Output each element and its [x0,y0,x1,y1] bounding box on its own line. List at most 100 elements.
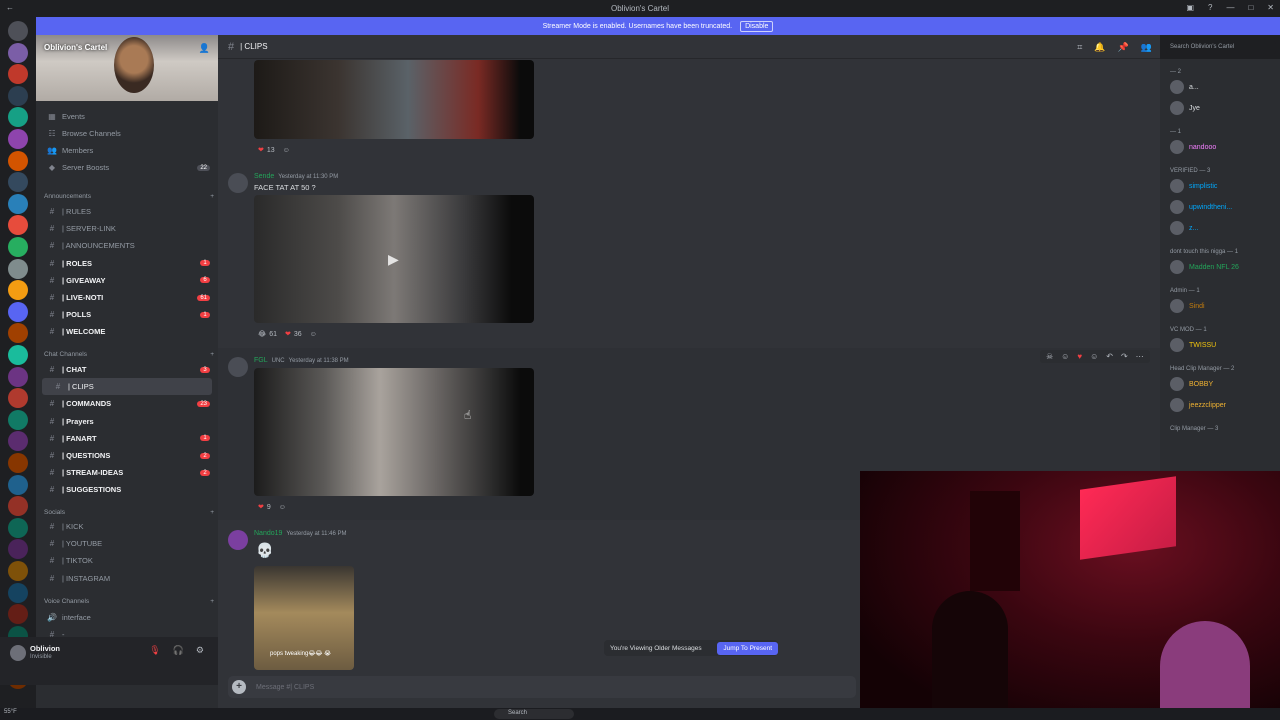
server-icon[interactable] [8,345,28,365]
message-author[interactable]: FGL [254,357,268,364]
reaction-chip[interactable]: ❤ 9 [258,503,271,512]
sidebar-nav-item[interactable]: ▦ Events [36,108,218,125]
channel-item[interactable]: # | WELCOME [36,323,218,340]
skull-reaction-icon[interactable]: ☠ [1046,352,1053,361]
mute-icon[interactable]: 🎙 [149,645,160,656]
reaction-chip[interactable]: 😂 61 [258,330,277,339]
server-icon[interactable] [8,64,28,85]
create-channel-icon[interactable]: + [210,598,214,605]
server-icon[interactable] [8,42,28,63]
server-icon[interactable] [8,409,28,430]
user-name[interactable]: Oblivion [30,644,60,653]
channel-item[interactable]: # | GIVEAWAY 6 [36,272,218,289]
add-reaction-icon[interactable]: ☺ [1090,352,1098,361]
voice-channel-item[interactable]: 🔊 interface [36,609,218,626]
member-item[interactable]: Jye [1170,101,1200,115]
add-reaction-icon[interactable]: ☺ [279,504,286,511]
channel-item[interactable]: # | Prayers [36,413,218,430]
notification-bell-icon[interactable]: 🔔 [1094,42,1105,53]
server-icon[interactable] [8,172,28,193]
member-item[interactable]: Madden NFL 26 [1170,260,1239,274]
sidebar-nav-item[interactable]: 👥 Members [36,142,218,159]
play-icon[interactable]: ▶ [388,251,399,268]
server-icon[interactable] [8,517,28,538]
add-reaction-icon[interactable]: ☺ [310,331,317,338]
category-voice[interactable]: Voice Channels + [44,598,214,605]
server-icon[interactable] [8,561,28,581]
disable-streamer-mode-button[interactable]: Disable [740,20,774,32]
forward-icon[interactable]: ↷ [1121,352,1128,361]
channel-item[interactable]: # | FANART 1 [36,430,218,447]
member-item[interactable]: z... [1170,221,1198,235]
channel-item[interactable]: # | STREAM-IDEAS 2 [36,464,218,481]
taskbar-search[interactable]: Search [494,709,574,719]
avatar[interactable] [10,645,26,661]
add-reaction-icon[interactable]: ☺ [283,147,290,154]
sidebar-nav-item[interactable]: ◆ Server Boosts 22 [36,159,218,176]
server-icon[interactable] [8,431,28,452]
member-item[interactable]: simplistic [1170,179,1217,193]
server-icon[interactable] [8,237,28,257]
server-icon[interactable] [8,474,28,495]
avatar[interactable] [228,173,248,193]
message-input[interactable]: Message #| CLIPS [256,684,314,691]
invite-icon[interactable]: 👤 [199,43,210,54]
server-icon[interactable] [8,366,28,387]
server-icon[interactable] [8,301,28,322]
video-attachment[interactable]: ▶ [254,195,534,323]
channel-item[interactable]: # | CLIPS [42,378,212,396]
server-icon[interactable] [8,582,28,603]
category-announcements[interactable]: Announcements + [44,193,214,200]
add-attachment-icon[interactable]: + [232,680,246,694]
create-channel-icon[interactable]: + [210,351,214,358]
member-item[interactable]: a... [1170,80,1199,94]
member-item[interactable]: jeezzclipper [1170,398,1226,412]
minimize-icon[interactable]: — [1226,3,1234,12]
heart-reaction-icon[interactable]: ♥ [1077,352,1082,361]
message-author[interactable]: Nando19 [254,530,282,537]
more-icon[interactable]: ⋯ [1136,352,1144,361]
help-icon[interactable]: ? [1208,3,1212,12]
message-composer[interactable]: + Message #| CLIPS [228,676,856,698]
channel-item[interactable]: # | TIKTOK [36,552,218,569]
video-attachment[interactable] [254,368,534,496]
server-banner[interactable]: Oblivion's Cartel 👤 [36,35,218,101]
server-icon[interactable] [8,129,28,149]
server-icon[interactable] [8,280,28,301]
server-icon[interactable] [8,496,28,517]
server-icon[interactable] [8,215,28,236]
server-name[interactable]: Oblivion's Cartel [44,43,107,52]
channel-item[interactable]: # | LIVE-NOTI 61 [36,289,218,306]
deafen-icon[interactable]: 🎧 [173,645,184,656]
category-chat[interactable]: Chat Channels + [44,351,214,358]
create-channel-icon[interactable]: + [210,193,214,200]
reply-icon[interactable]: ↶ [1106,352,1113,361]
channel-item[interactable]: # | POLLS 1 [36,306,218,323]
server-icon[interactable] [8,539,28,560]
video-attachment[interactable]: pops tweaking😂😂 😭 [254,566,354,670]
weather-widget[interactable]: 55°F [4,709,17,715]
channel-item[interactable]: # | KICK [36,518,218,535]
threads-icon[interactable]: ⌗ [1077,42,1082,53]
server-icon[interactable] [8,258,28,279]
channel-item[interactable]: # | SUGGESTIONS [36,481,218,498]
category-socials[interactable]: Socials + [44,509,214,516]
channel-item[interactable]: # | SERVER-LINK [36,220,218,237]
channel-item[interactable]: # | ANNOUNCEMENTS [36,237,218,254]
member-item[interactable]: Sindi [1170,299,1205,313]
server-icon[interactable] [8,150,28,171]
server-icon[interactable] [8,85,28,106]
emoji-reaction-icon[interactable]: ☺ [1061,352,1069,361]
channel-item[interactable]: # | CHAT 3 [36,361,218,378]
inbox-icon[interactable]: ▣ [1186,3,1194,12]
message-author[interactable]: Sende [254,173,274,180]
settings-icon[interactable]: ⚙ [196,645,204,656]
server-icon[interactable] [8,107,28,128]
server-icon[interactable] [8,453,28,473]
sidebar-nav-item[interactable]: ☷ Browse Channels [36,125,218,142]
channel-item[interactable]: # | COMMANDS 23 [36,395,218,412]
close-icon[interactable]: ✕ [1267,3,1274,12]
member-item[interactable]: upwindtheni... [1170,200,1232,214]
pin-icon[interactable]: 📌 [1118,42,1129,53]
search-input[interactable]: Search Oblivion's Cartel [1166,41,1276,54]
